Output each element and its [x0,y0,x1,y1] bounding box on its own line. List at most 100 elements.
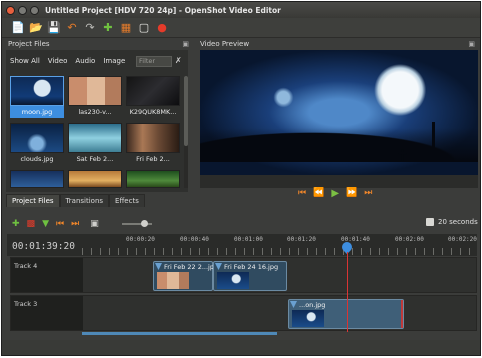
undo-icon[interactable]: ↶ [66,21,78,34]
export-video-icon[interactable]: ● [156,21,168,34]
tab-effects[interactable]: Effects [109,194,145,207]
video-preview-panel: ✝ [200,50,478,188]
openshot-window: Untitled Project [HDV 720 24p] - OpenSho… [1,1,481,356]
rewind-icon[interactable]: ⏪ [313,188,324,198]
file-label: las230-v... [78,108,112,116]
clip-menu-icon[interactable] [155,263,162,270]
tick-label: 00:01:20 [287,236,316,243]
minimize-window-button[interactable] [18,5,27,15]
timeline-scrollbar[interactable] [82,332,277,335]
playhead-line[interactable] [347,252,348,332]
timeline-clip[interactable]: Fri Feb 24 16.jpg [213,261,287,291]
track-name: Track 4 [14,262,38,270]
open-project-icon[interactable]: 📂 [29,21,43,34]
file-item[interactable]: K29QUK8MK... [126,76,180,120]
clip-trim-edge[interactable] [401,300,403,328]
tick-label: 00:02:20 [448,236,477,243]
preview-tree [432,122,468,162]
next-marker-icon[interactable]: ⏭ [71,219,79,229]
filter-input[interactable]: Filter [136,56,172,67]
tick-label: 00:02:00 [395,236,424,243]
tab-show-all[interactable]: Show All [6,57,44,65]
track[interactable]: Track 4 Fri Feb 22 2...jpg Fri Feb 24 16… [10,257,477,293]
video-preview-header: Video Preview ▣ [196,39,478,50]
track-header[interactable]: Track 4 [11,258,83,292]
new-project-icon[interactable]: 📄 [11,21,25,34]
status-bar [2,340,480,355]
file-thumbnail-image [68,123,122,153]
zoom-icon [426,218,434,226]
video-preview-close-icon[interactable]: ▣ [468,39,475,50]
track-name: Track 3 [14,300,38,308]
tick-label: 00:00:20 [126,236,155,243]
file-item[interactable] [68,170,122,188]
add-track-icon[interactable]: ✚ [12,219,20,229]
jump-to-end-icon[interactable]: ⏭ [364,188,372,198]
ruler-ticks [82,248,477,255]
files-scrollbar[interactable] [184,76,188,188]
project-files-close-icon[interactable]: ▣ [182,39,189,50]
preview-cross: ✝ [396,146,410,165]
maximize-window-button[interactable] [30,5,39,15]
clip-menu-icon[interactable] [215,263,222,270]
tab-video[interactable]: Video [44,57,72,65]
file-item[interactable]: clouds.jpg [10,123,64,167]
file-thumbnail-image [10,76,64,106]
zoom-slider-handle[interactable] [141,220,148,227]
left-panel-tabs: Project Files Transitions Effects [6,194,145,207]
file-label: moon.jpg [10,106,64,118]
file-thumbnail-image [126,76,180,106]
tab-project-files[interactable]: Project Files [6,194,60,207]
project-files-header-label: Project Files [8,40,50,48]
project-files-panel: Show All Video Audio Image Filter ✗ moon… [6,50,188,192]
fast-forward-icon[interactable]: ⏩ [346,188,357,198]
title-bar: Untitled Project [HDV 720 24p] - OpenSho… [2,2,480,18]
choose-profile-icon[interactable]: ▦ [120,21,132,34]
tick-label: 00:00:40 [180,236,209,243]
clip-menu-icon[interactable] [290,301,297,308]
file-item[interactable]: Fri Feb 2... [126,123,180,167]
clip-thumbnail [292,310,324,327]
clip-title: Fri Feb 22 2...jpg [164,263,219,271]
track[interactable]: Track 3 ...on.jpg [10,295,477,331]
clip-title: Fri Feb 24 16.jpg [224,263,279,271]
files-scrollbar-knob[interactable] [184,76,188,146]
track-header[interactable]: Track 3 [11,296,83,330]
timecode-display: 00:01:39:20 [12,241,75,252]
file-thumbnail-image [68,170,122,188]
tab-image[interactable]: Image [99,57,129,65]
timeline-clip[interactable]: Fri Feb 22 2...jpg [153,261,218,291]
file-filter-tabs: Show All Video Audio Image [6,54,129,68]
project-files-header: Project Files ▣ [4,39,192,50]
timeline-clip[interactable]: ...on.jpg [288,299,404,329]
tab-audio[interactable]: Audio [71,57,99,65]
file-thumbnail-image [68,76,122,106]
file-item[interactable]: Sat Feb 2... [68,123,122,167]
jump-to-start-icon[interactable]: ⏮ [298,188,306,198]
snapping-icon[interactable]: ▼ [42,219,49,229]
file-thumbnail-image [10,123,64,153]
import-files-icon[interactable]: ✚ [102,21,114,34]
fullscreen-icon[interactable]: ▢ [138,21,150,34]
tab-transitions[interactable]: Transitions [59,194,110,207]
file-thumbnail-image [10,170,64,188]
clear-filter-icon[interactable]: ✗ [175,56,182,65]
tick-label: 00:01:00 [234,236,263,243]
zoom-label: 20 seconds [438,218,478,226]
previous-marker-icon[interactable]: ⏮ [56,219,64,229]
window-title: Untitled Project [HDV 720 24p] - OpenSho… [45,5,281,15]
preview-frame: ✝ [200,50,478,175]
remove-track-icon[interactable]: ▩ [27,219,36,229]
save-project-icon[interactable]: 💾 [47,21,61,34]
file-item[interactable] [126,170,180,188]
file-item[interactable]: las230-v... [68,76,122,120]
play-icon[interactable]: ▶ [331,188,339,199]
clip-thumbnail [157,272,189,289]
close-window-button[interactable] [6,5,15,15]
file-item[interactable] [10,170,64,188]
file-label: clouds.jpg [20,155,54,163]
center-playhead-icon[interactable]: ▣ [90,219,99,229]
file-item[interactable]: moon.jpg [10,76,64,120]
redo-icon[interactable]: ↷ [84,21,96,34]
video-preview-header-label: Video Preview [200,40,250,48]
